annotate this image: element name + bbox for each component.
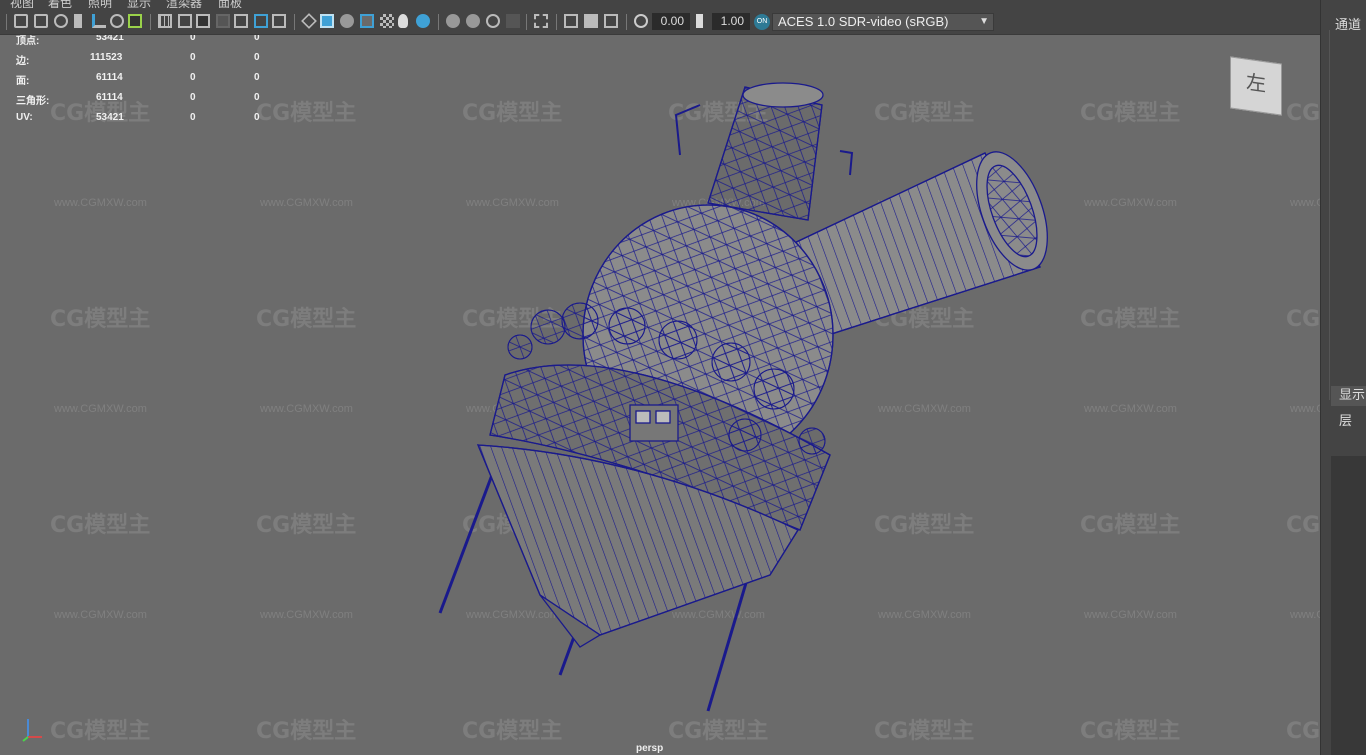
color-management-toggle[interactable]: ON: [754, 14, 770, 30]
checker-icon[interactable]: [380, 14, 394, 28]
toolbar-separator: [6, 14, 7, 30]
grid-icon[interactable]: [158, 14, 172, 28]
depth-of-field-icon[interactable]: [506, 14, 520, 28]
toolbar-separator: [626, 14, 627, 30]
use-lights-icon[interactable]: [398, 14, 408, 28]
panel-divider: [1329, 30, 1330, 400]
field-chart-icon[interactable]: [234, 14, 248, 28]
menu-view[interactable]: 视图: [10, 0, 34, 8]
wireframe-icon[interactable]: [301, 13, 317, 29]
toolbar-separator: [556, 14, 557, 30]
toolbar-separator: [294, 14, 295, 30]
3d-viewport[interactable]: CG模型主CG模型主CG模型主CG模型主CG模型主CG模型主CG模型主CG模型主…: [0, 35, 1320, 755]
safe-action-icon[interactable]: [254, 14, 268, 28]
2d-pan-icon[interactable]: [92, 14, 106, 28]
menu-panels[interactable]: 面板: [218, 0, 242, 8]
ambient-occlusion-icon[interactable]: [446, 14, 460, 28]
toolbar-separator: [438, 14, 439, 30]
image-plane-icon[interactable]: [74, 14, 82, 28]
channel-box-panel: 通道 显示 层: [1320, 0, 1366, 755]
camera-name-label: persp: [636, 743, 664, 754]
exposure-field[interactable]: 0.00: [652, 13, 690, 30]
viewport-toolbar: 0.00 1.00 ON ACES 1.0 SDR-video (sRGB) ▼: [0, 8, 1320, 35]
gamma-icon[interactable]: [696, 14, 706, 28]
view-cube-face-label: 左: [1246, 69, 1266, 97]
resolution-gate-icon[interactable]: [196, 14, 210, 28]
menu-bar: 视图 着色 照明 显示 渲染器 面板: [0, 0, 1320, 8]
menu-shading[interactable]: 着色: [48, 0, 72, 8]
exposure-icon[interactable]: [634, 14, 648, 28]
safe-title-icon[interactable]: [272, 14, 286, 28]
menu-renderer[interactable]: 渲染器: [166, 0, 202, 8]
view-transform-value: ACES 1.0 SDR-video (sRGB): [778, 14, 949, 29]
xray-components-icon[interactable]: [604, 14, 618, 28]
textured-icon[interactable]: [360, 14, 374, 28]
default-material-icon[interactable]: [340, 14, 354, 28]
menu-lighting[interactable]: 照明: [88, 0, 112, 8]
chevron-down-icon: ▼: [979, 16, 989, 27]
bookmark-icon[interactable]: [54, 14, 68, 28]
view-transform-dropdown[interactable]: ACES 1.0 SDR-video (sRGB) ▼: [772, 13, 994, 31]
grease-pencil-icon[interactable]: [110, 14, 124, 28]
grease-pencil-active-icon[interactable]: [128, 14, 142, 28]
xray-icon[interactable]: [564, 14, 578, 28]
toolbar-separator: [526, 14, 527, 30]
xray-joints-icon[interactable]: [584, 14, 598, 28]
layers-label[interactable]: 层: [1339, 410, 1352, 429]
channels-label[interactable]: 通道: [1335, 14, 1361, 33]
film-gate-icon[interactable]: [178, 14, 192, 28]
gate-mask-icon[interactable]: [216, 14, 230, 28]
view-cube[interactable]: 左: [1230, 56, 1282, 116]
camera-attrs-icon[interactable]: [34, 14, 48, 28]
anti-alias-icon[interactable]: [486, 14, 500, 28]
gamma-field[interactable]: 1.00: [712, 13, 750, 30]
isolate-select-icon[interactable]: [534, 14, 548, 28]
toolbar-separator: [150, 14, 151, 30]
satellite-wireframe-model[interactable]: [0, 35, 1320, 755]
shadows-icon[interactable]: [416, 14, 430, 28]
layer-list[interactable]: [1331, 456, 1366, 755]
smooth-shade-icon[interactable]: [320, 14, 334, 28]
motion-blur-icon[interactable]: [466, 14, 480, 28]
camera-icon[interactable]: [14, 14, 28, 28]
axis-gizmo-icon: [22, 719, 42, 742]
menu-show[interactable]: 显示: [127, 0, 151, 8]
tab-display[interactable]: 显示: [1331, 386, 1366, 406]
